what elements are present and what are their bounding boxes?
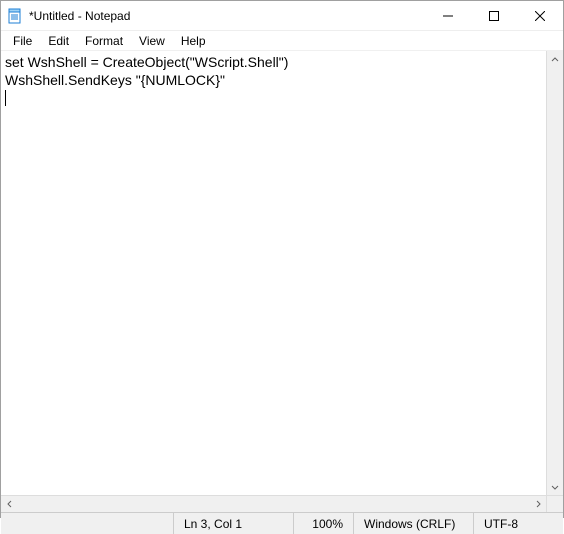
scroll-down-arrow-icon[interactable] (547, 478, 563, 495)
status-zoom: 100% (293, 513, 353, 534)
scroll-left-arrow-icon[interactable] (1, 496, 18, 512)
statusbar: Ln 3, Col 1 100% Windows (CRLF) UTF-8 (1, 512, 563, 534)
menu-view[interactable]: View (131, 33, 173, 49)
maximize-button[interactable] (471, 1, 517, 31)
notepad-icon (7, 8, 23, 24)
window-controls (425, 1, 563, 30)
minimize-button[interactable] (425, 1, 471, 31)
scroll-corner (546, 496, 563, 512)
titlebar[interactable]: *Untitled - Notepad (1, 1, 563, 31)
horizontal-scrollbar[interactable] (1, 495, 563, 512)
editor-text[interactable]: set WshShell = CreateObject("WScript.She… (5, 54, 288, 88)
status-spacer (1, 513, 173, 534)
close-button[interactable] (517, 1, 563, 31)
menu-file[interactable]: File (5, 33, 40, 49)
status-position: Ln 3, Col 1 (173, 513, 293, 534)
text-caret (5, 90, 6, 106)
vertical-scrollbar[interactable] (546, 51, 563, 495)
menu-format[interactable]: Format (77, 33, 131, 49)
scroll-right-arrow-icon[interactable] (529, 496, 546, 512)
status-encoding: UTF-8 (473, 513, 563, 534)
scroll-up-arrow-icon[interactable] (547, 51, 563, 68)
menu-edit[interactable]: Edit (40, 33, 77, 49)
editor-area: set WshShell = CreateObject("WScript.She… (1, 51, 563, 495)
menubar: File Edit Format View Help (1, 31, 563, 51)
menu-help[interactable]: Help (173, 33, 214, 49)
window-title: *Untitled - Notepad (29, 9, 425, 23)
horizontal-scroll-track[interactable] (18, 496, 529, 512)
status-line-ending: Windows (CRLF) (353, 513, 473, 534)
vertical-scroll-track[interactable] (547, 68, 563, 478)
text-editor[interactable]: set WshShell = CreateObject("WScript.She… (1, 51, 546, 495)
